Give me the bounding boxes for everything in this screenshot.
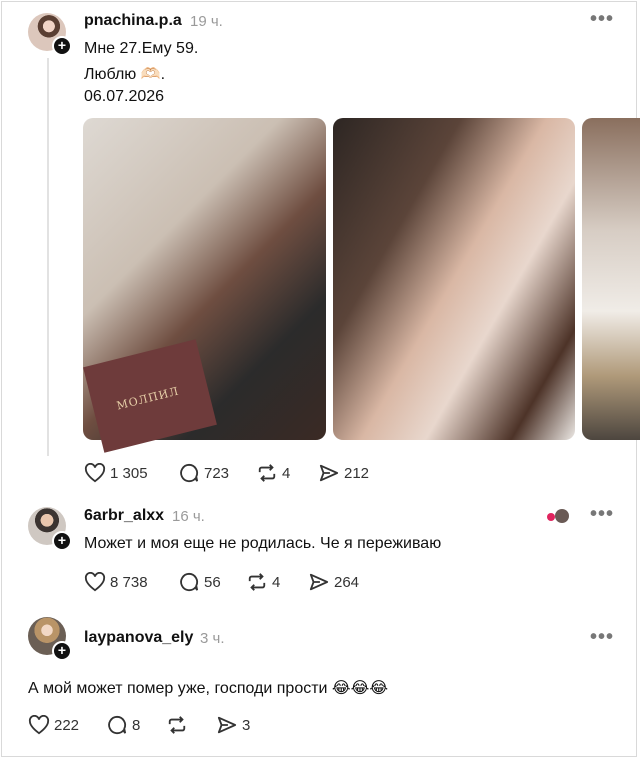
share-icon xyxy=(308,572,330,592)
repost-button[interactable] xyxy=(166,715,192,735)
like-count: 222 xyxy=(54,716,80,734)
more-icon[interactable]: ••• xyxy=(590,626,614,649)
share-count: 3 xyxy=(242,716,251,734)
like-button[interactable]: 222 xyxy=(28,715,79,735)
share-icon xyxy=(318,463,340,483)
post-text-line-2: Люблю 🫶🏻. xyxy=(84,66,166,83)
repost-button[interactable]: 4 xyxy=(256,463,290,483)
follow-plus-icon[interactable]: + xyxy=(52,531,72,551)
like-count: 1 305 xyxy=(110,464,148,482)
comment-text: А мой может помер уже, господи прости 😂😂… xyxy=(28,680,389,697)
repost-icon xyxy=(166,715,188,735)
like-count: 8 738 xyxy=(110,573,148,591)
thread-line xyxy=(47,58,49,456)
reply-button[interactable]: 8 xyxy=(106,715,140,735)
reply-count: 56 xyxy=(204,573,221,591)
reply-count: 8 xyxy=(132,716,141,734)
comment-username[interactable]: laypanova_ely xyxy=(84,629,193,647)
share-icon xyxy=(216,715,238,735)
follow-plus-icon[interactable]: + xyxy=(52,36,72,56)
post-photo-3[interactable] xyxy=(582,118,640,440)
repost-count: 4 xyxy=(282,464,291,482)
reaction-avatars[interactable] xyxy=(545,507,571,525)
comment-text: Может и моя еще не родилась. Че я пережи… xyxy=(84,535,442,552)
comment-time: 3 ч. xyxy=(200,630,225,647)
reply-button[interactable]: 56 xyxy=(178,572,221,592)
reply-icon xyxy=(106,715,128,735)
share-button[interactable]: 3 xyxy=(216,715,250,735)
post-time: 19 ч. xyxy=(190,13,223,30)
reply-icon xyxy=(178,572,200,592)
heart-icon xyxy=(84,463,106,483)
repost-icon xyxy=(256,463,278,483)
post-text-line-1: Мне 27.Ему 59. xyxy=(84,40,199,57)
like-button[interactable]: 1 305 xyxy=(84,463,148,483)
like-button[interactable]: 8 738 xyxy=(84,572,148,592)
share-button[interactable]: 212 xyxy=(318,463,369,483)
reply-count: 723 xyxy=(204,464,230,482)
repost-button[interactable]: 4 xyxy=(246,572,280,592)
share-count: 264 xyxy=(334,573,360,591)
post-text-line-3: 06.07.2026 xyxy=(84,88,165,105)
share-button[interactable]: 264 xyxy=(308,572,359,592)
more-icon[interactable]: ••• xyxy=(590,8,614,31)
comment-username[interactable]: 6arbr_alxx xyxy=(84,507,164,525)
reply-icon xyxy=(178,463,200,483)
reply-button[interactable]: 723 xyxy=(178,463,229,483)
heart-icon xyxy=(84,572,106,592)
heart-icon xyxy=(28,715,50,735)
more-icon[interactable]: ••• xyxy=(590,503,614,526)
share-count: 212 xyxy=(344,464,370,482)
follow-plus-icon[interactable]: + xyxy=(52,641,72,661)
repost-count: 4 xyxy=(272,573,281,591)
comment-time: 16 ч. xyxy=(172,508,205,525)
post-username[interactable]: pnachina.p.a xyxy=(84,12,182,30)
post-photo-2[interactable] xyxy=(333,118,575,440)
repost-icon xyxy=(246,572,268,592)
